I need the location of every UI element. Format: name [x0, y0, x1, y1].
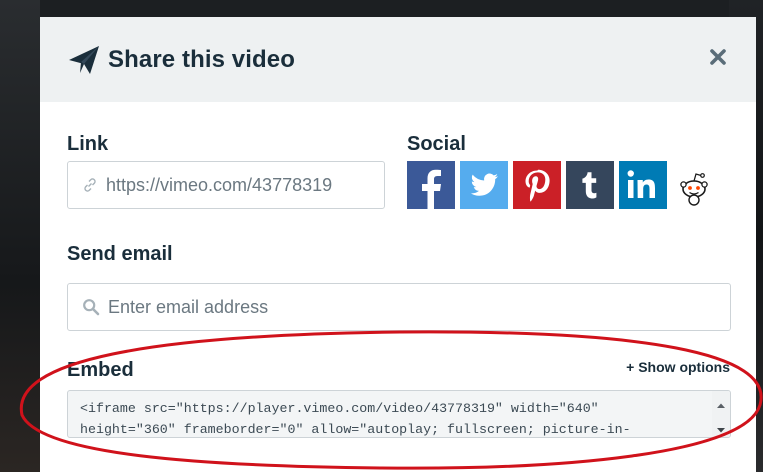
reddit-icon — [680, 173, 708, 206]
embed-label: Embed — [67, 359, 134, 381]
link-label: Link — [67, 133, 109, 155]
tumblr-button[interactable] — [566, 161, 614, 209]
embed-code-line-2: height="360" frameborder="0" allow="auto… — [80, 422, 631, 437]
linkedin-button[interactable] — [619, 161, 667, 209]
search-icon — [82, 298, 100, 316]
social-buttons — [407, 161, 712, 209]
reddit-button[interactable] — [676, 161, 712, 209]
close-icon — [710, 49, 726, 65]
modal-title: Share this video — [108, 45, 295, 73]
email-label: Send email — [67, 243, 173, 265]
embed-scrollbar[interactable] — [712, 391, 730, 437]
pinterest-button[interactable] — [513, 161, 561, 209]
linkedin-icon — [627, 170, 655, 198]
link-icon — [82, 177, 98, 193]
link-field[interactable]: https://vimeo.com/43778319 — [67, 161, 385, 209]
facebook-button[interactable] — [407, 161, 455, 209]
paper-plane-icon — [67, 43, 101, 77]
facebook-icon — [422, 169, 441, 209]
scroll-down-arrow-icon[interactable] — [717, 421, 725, 433]
embed-code-line-1: <iframe src="https://player.vimeo.com/vi… — [80, 401, 599, 416]
background-left — [0, 0, 40, 472]
social-label: Social — [407, 133, 466, 155]
email-field[interactable] — [67, 283, 731, 331]
modal-header: Share this video — [40, 17, 756, 102]
show-options-link[interactable]: + Show options — [626, 359, 730, 375]
tumblr-icon — [582, 172, 597, 199]
embed-code: <iframe src="https://player.vimeo.com/vi… — [80, 398, 700, 437]
share-modal: Share this video Link https://vimeo.com/… — [40, 17, 756, 472]
scroll-up-arrow-icon[interactable] — [717, 397, 725, 408]
twitter-button[interactable] — [460, 161, 508, 209]
link-url: https://vimeo.com/43778319 — [106, 174, 333, 195]
pinterest-icon — [525, 169, 550, 202]
email-input[interactable] — [108, 296, 708, 318]
close-button[interactable] — [708, 47, 728, 67]
embed-code-field[interactable]: <iframe src="https://player.vimeo.com/vi… — [67, 390, 731, 438]
twitter-icon — [470, 173, 498, 196]
